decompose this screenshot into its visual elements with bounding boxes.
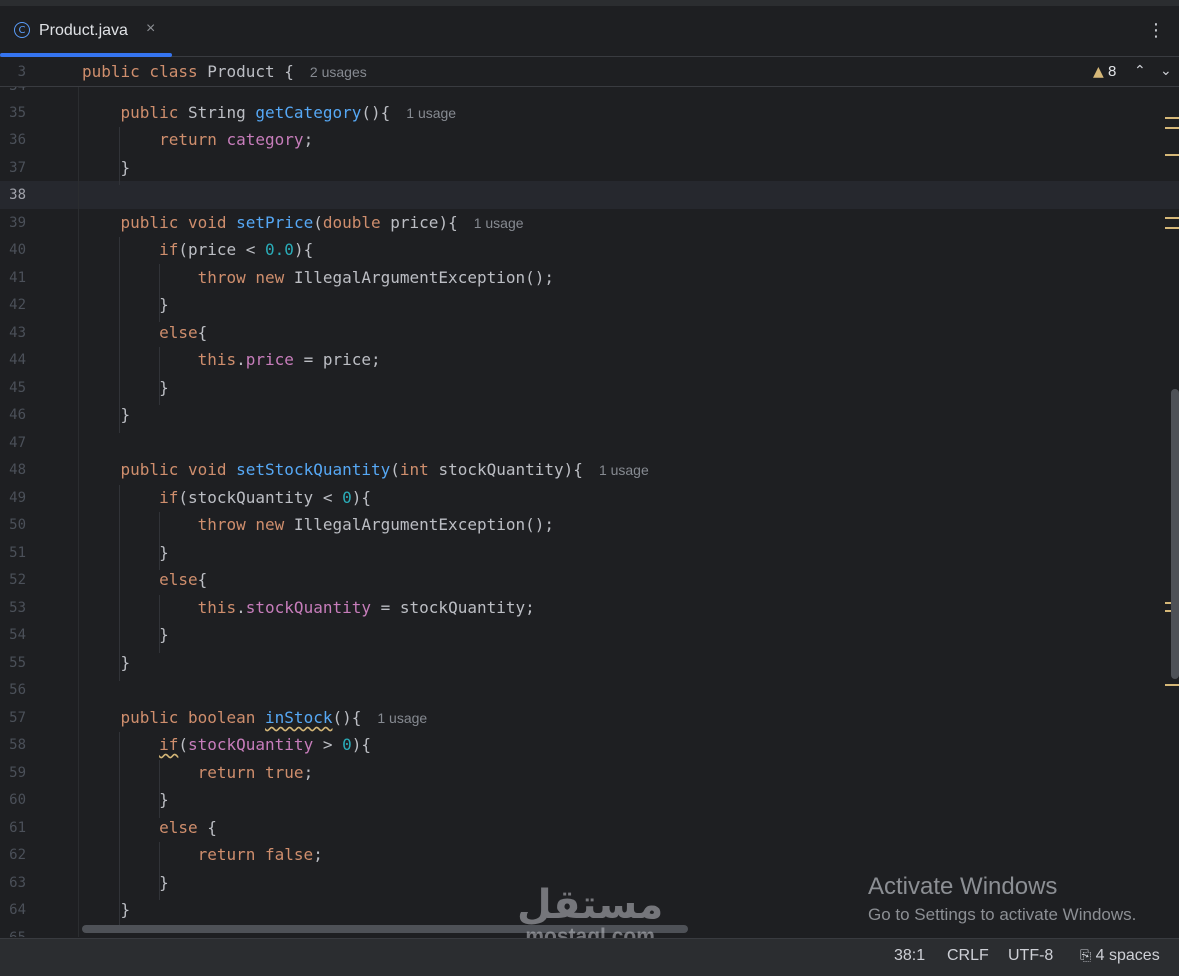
usages-hint[interactable]: 1 usage xyxy=(406,105,456,121)
line-number: 59 xyxy=(9,765,26,781)
code-line: } xyxy=(82,543,169,562)
line-number: 65 xyxy=(0,930,26,937)
code-line: } xyxy=(82,625,169,644)
code-editor[interactable]: 3 public class Product {2 usages ▲ 8 ⌃ ⌄… xyxy=(0,57,1179,937)
line-number: 57 xyxy=(9,710,26,726)
line-number: 36 xyxy=(9,132,26,148)
code-line: } xyxy=(82,900,131,919)
error-stripe-marker[interactable] xyxy=(1165,684,1179,686)
code-line: } xyxy=(82,158,131,177)
code-line: if(price < 0.0){ xyxy=(159,240,314,259)
line-number: 52 xyxy=(9,572,26,588)
line-number: 37 xyxy=(9,160,26,176)
usages-hint[interactable]: 1 usage xyxy=(474,215,524,231)
code-line: throw new IllegalArgumentException(); xyxy=(197,515,555,534)
usages-hint[interactable]: 1 usage xyxy=(377,710,427,726)
line-number: 3 xyxy=(17,64,26,80)
line-number: 56 xyxy=(9,682,26,698)
tab-product-java[interactable]: C Product.java × xyxy=(0,6,172,57)
line-number: 61 xyxy=(9,820,26,836)
vertical-scrollbar[interactable] xyxy=(1171,389,1179,679)
line-number: 49 xyxy=(9,490,26,506)
line-number: 46 xyxy=(9,407,26,423)
usages-hint[interactable]: 2 usages xyxy=(310,64,367,80)
line-number: 62 xyxy=(9,847,26,863)
line-number: 42 xyxy=(9,297,26,313)
code-line: } xyxy=(82,295,169,314)
code-line: this.price = price; xyxy=(197,350,381,369)
gutter-separator xyxy=(78,86,79,937)
line-number: 55 xyxy=(9,655,26,671)
code-line: public void setStockQuantity(int stockQu… xyxy=(120,460,649,479)
indent-lock-icon: ⎘ xyxy=(1080,948,1092,964)
indent-setting[interactable]: ⎘ 4 spaces xyxy=(1080,947,1160,965)
error-stripe-marker[interactable] xyxy=(1165,217,1179,219)
code-line: if(stockQuantity > 0){ xyxy=(159,735,372,754)
line-number: 60 xyxy=(9,792,26,808)
code-line: return false; xyxy=(197,845,323,864)
activation-subtitle: Go to Settings to activate Windows. xyxy=(868,905,1137,924)
line-number: 43 xyxy=(9,325,26,341)
code-line: this.stockQuantity = stockQuantity; xyxy=(197,598,535,617)
code-line: } xyxy=(82,378,169,397)
code-line: public String getCategory(){1 usage xyxy=(120,103,457,122)
warning-indicator[interactable]: ▲ 8 xyxy=(1093,63,1116,80)
status-bar: 38:1 CRLF UTF-8 ⎘ 4 spaces xyxy=(0,938,1179,976)
line-number: 45 xyxy=(9,380,26,396)
code-line: return true; xyxy=(197,763,314,782)
close-icon[interactable]: × xyxy=(146,20,155,38)
line-number: 53 xyxy=(9,600,26,616)
code-line: else{ xyxy=(159,323,208,342)
activation-title: Activate Windows xyxy=(868,873,1058,900)
line-number: 40 xyxy=(9,242,26,258)
warning-icon: ▲ xyxy=(1093,64,1104,80)
line-number: 47 xyxy=(9,435,26,451)
code-line: throw new IllegalArgumentException(); xyxy=(197,268,555,287)
more-options-icon[interactable]: ⋮ xyxy=(1147,20,1165,41)
code-line: if(stockQuantity < 0){ xyxy=(159,488,371,507)
warning-count: 8 xyxy=(1107,63,1117,80)
java-class-icon: C xyxy=(14,22,30,38)
sticky-class-header[interactable]: 3 public class Product {2 usages ▲ 8 ⌃ ⌄ xyxy=(0,57,1179,87)
line-number: 58 xyxy=(9,737,26,753)
code-line: } xyxy=(82,790,169,809)
cursor-position[interactable]: 38:1 xyxy=(894,947,925,965)
file-encoding[interactable]: UTF-8 xyxy=(1008,947,1053,965)
line-number: 51 xyxy=(9,545,26,561)
editor-tab-bar: C Product.java × ⋮ xyxy=(0,6,1179,57)
tab-label: Product.java xyxy=(39,22,128,39)
line-number: 44 xyxy=(9,352,26,368)
code-line: } xyxy=(82,873,169,892)
code-line: } xyxy=(82,653,131,672)
current-line-highlight xyxy=(0,181,1179,209)
line-number: 50 xyxy=(9,517,26,533)
chevron-down-icon[interactable]: ⌄ xyxy=(1160,63,1172,79)
line-number: 54 xyxy=(9,627,26,643)
line-number: 48 xyxy=(9,462,26,478)
code-line-class-decl: public class Product {2 usages xyxy=(82,62,367,81)
line-separator[interactable]: CRLF xyxy=(947,947,989,965)
line-number: 35 xyxy=(9,105,26,121)
indent-label: 4 spaces xyxy=(1095,947,1160,964)
code-line: else { xyxy=(159,818,217,837)
line-number: 41 xyxy=(9,270,26,286)
watermark-arabic: مستقل xyxy=(517,882,664,928)
error-stripe-marker[interactable] xyxy=(1165,117,1179,119)
line-number-current: 38 xyxy=(9,187,26,203)
line-number: 64 xyxy=(9,902,26,918)
line-number: 39 xyxy=(9,215,26,231)
usages-hint[interactable]: 1 usage xyxy=(599,462,649,478)
chevron-up-icon[interactable]: ⌃ xyxy=(1134,63,1146,79)
error-stripe-marker[interactable] xyxy=(1165,227,1179,229)
code-line: public boolean inStock(){1 usage xyxy=(120,708,428,727)
code-line: return category; xyxy=(159,130,314,149)
code-line: else{ xyxy=(159,570,208,589)
error-stripe-marker[interactable] xyxy=(1165,127,1179,129)
windows-activation-notice: Activate Windows Go to Settings to activ… xyxy=(868,873,1136,925)
error-stripe-marker[interactable] xyxy=(1165,154,1179,156)
code-line: public void setPrice(double price){1 usa… xyxy=(120,213,524,232)
code-line: } xyxy=(82,405,131,424)
line-number: 63 xyxy=(9,875,26,891)
